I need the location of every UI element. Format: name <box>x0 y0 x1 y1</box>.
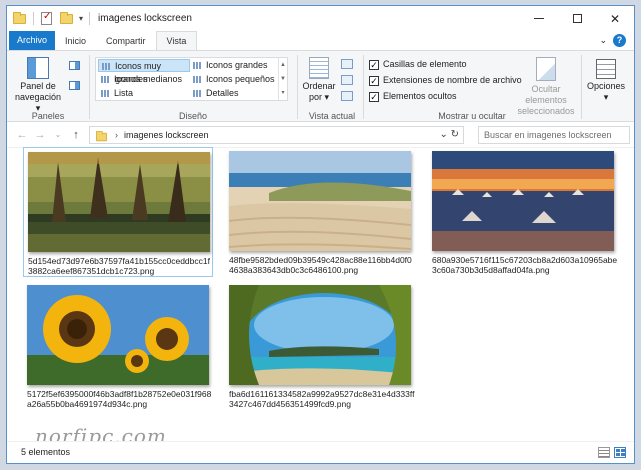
collapse-ribbon-icon[interactable]: ⌄ <box>599 35 607 46</box>
thumbnail-cypress-swamp <box>28 152 210 252</box>
layout-gallery: Iconos muy grandes Iconos grandes Iconos… <box>95 57 288 101</box>
breadcrumb-chevron-icon[interactable]: › <box>115 130 118 140</box>
tab-inicio[interactable]: Inicio <box>55 33 96 50</box>
file-tile[interactable]: 5d154ed73d97e6b37597fa41b155cc0ceddbcc1f… <box>23 147 213 277</box>
breadcrumb[interactable]: imagenes lockscreen <box>124 130 209 140</box>
ribbon-help-controls: ⌄ ? <box>599 34 626 47</box>
chevron-down-icon: ▾ <box>324 92 330 102</box>
group-by-icon[interactable] <box>341 59 353 69</box>
forward-arrow-icon[interactable]: → <box>31 129 49 141</box>
separator <box>33 12 34 25</box>
options-button[interactable]: Opciones ▾ <box>585 59 627 103</box>
file-tile[interactable]: 680a930e5716f115c67203cb8a2d603a10965abe… <box>428 147 618 277</box>
thumbnail-sand-dunes-beach <box>229 151 411 251</box>
ribbon-tabs: Archivo Inicio Compartir Vista ⌄ ? <box>7 31 634 50</box>
item-count: 5 elementos <box>21 447 71 457</box>
chevron-down-icon: ▾ <box>603 92 609 102</box>
new-folder-icon[interactable] <box>60 12 74 25</box>
address-row: ← → ⌄ ↑ › imagenes lockscreen ⌄ ↻ Buscar… <box>7 122 634 148</box>
file-extensions-label: Extensiones de nombre de archivo <box>383 75 522 85</box>
maximize-button[interactable] <box>558 6 596 31</box>
layout-list[interactable]: Lista <box>98 87 190 100</box>
refresh-icon[interactable]: ⌄ ↻ <box>439 129 459 140</box>
hidden-items-label: Elementos ocultos <box>383 91 457 101</box>
options-icon <box>596 59 616 79</box>
file-tile[interactable]: fba6d161161334582a9992a9527dc8e31e4d333f… <box>225 281 415 411</box>
file-tile[interactable]: 5172f5ef6395000f46b3adf8f1b28752e0e031f9… <box>23 281 213 411</box>
sort-icon <box>309 57 329 79</box>
hidden-items-option[interactable]: ✓ Elementos ocultos <box>369 90 457 103</box>
file-name: 48fbe9582bded09b39549c428ac88e116bb4d0f0… <box>229 255 412 275</box>
tropical-beach-image <box>229 285 411 385</box>
sunflowers-image <box>27 285 209 385</box>
item-checkboxes-option[interactable]: ✓ Casillas de elemento <box>369 58 467 71</box>
window-controls: ✕ <box>520 6 634 31</box>
group-label-diseno: Diseño <box>178 111 207 121</box>
sand-dunes-image <box>229 151 411 251</box>
folder-icon <box>13 12 27 25</box>
add-columns-icon[interactable] <box>341 75 353 85</box>
address-bar[interactable]: › imagenes lockscreen ⌄ ↻ <box>89 126 464 144</box>
status-bar: 5 elementos <box>7 441 634 463</box>
size-columns-icon[interactable] <box>341 91 353 101</box>
salt-flats-image <box>432 151 614 251</box>
file-view: 5d154ed73d97e6b37597fa41b155cc0ceddbcc1f… <box>7 147 634 448</box>
layout-extra-large-icons[interactable]: Iconos muy grandes <box>98 59 190 84</box>
details-view-icon[interactable] <box>598 447 610 458</box>
item-checkboxes-checkbox[interactable]: ✓ <box>369 60 379 70</box>
recent-locations-icon[interactable]: ⌄ <box>49 130 67 139</box>
thumbnail-salt-flats-sunset <box>432 151 614 251</box>
search-input[interactable]: Buscar en imagenes lockscreen <box>478 126 630 144</box>
sort-by-button[interactable]: Ordenar por ▾ <box>301 57 337 103</box>
file-name: 680a930e5716f115c67203cb8a2d603a10965abe… <box>432 255 618 275</box>
group-diseno: Iconos muy grandes Iconos grandes Iconos… <box>7 51 297 123</box>
large-icons-view-icon[interactable] <box>614 447 626 458</box>
help-icon[interactable]: ? <box>613 34 626 47</box>
group-mostrar-ocultar: ✓ Casillas de elemento ✓ Extensiones de … <box>363 51 581 123</box>
tab-archivo[interactable]: Archivo <box>9 31 56 50</box>
layout-medium-icons[interactable]: Iconos medianos <box>98 73 190 86</box>
minimize-button[interactable] <box>520 6 558 31</box>
separator <box>89 12 91 25</box>
separator <box>581 55 582 119</box>
tab-compartir[interactable]: Compartir <box>96 33 156 50</box>
file-tile[interactable]: 48fbe9582bded09b39549c428ac88e116bb4d0f0… <box>225 147 415 277</box>
close-button[interactable]: ✕ <box>596 6 634 31</box>
minimize-icon <box>534 18 544 19</box>
ribbon: Panel de navegación ▾ Paneles Iconos muy… <box>7 50 634 122</box>
group-label-mostrar: Mostrar u ocultar <box>438 111 506 121</box>
maximize-icon <box>572 14 582 23</box>
hide-selected-icon <box>536 57 556 81</box>
customize-quick-access-icon[interactable]: ▾ <box>79 14 83 23</box>
tab-vista[interactable]: Vista <box>155 31 198 50</box>
window-title: imagenes lockscreen <box>98 13 192 24</box>
item-checkboxes-label: Casillas de elemento <box>383 59 467 69</box>
folder-icon <box>95 130 108 142</box>
cypress-swamp-image <box>28 152 210 252</box>
hidden-items-checkbox[interactable]: ✓ <box>369 92 379 102</box>
close-icon: ✕ <box>609 11 621 26</box>
file-extensions-option[interactable]: ✓ Extensiones de nombre de archivo <box>369 74 522 87</box>
file-name: fba6d161161334582a9992a9527dc8e31e4d333f… <box>229 389 415 409</box>
properties-icon[interactable] <box>40 11 54 25</box>
layout-details[interactable]: Detalles <box>190 87 278 100</box>
up-arrow-icon[interactable]: ↑ <box>67 129 85 141</box>
file-name: 5172f5ef6395000f46b3adf8f1b28752e0e031f9… <box>27 389 212 409</box>
group-vista-actual: Ordenar por ▾ Vista actual <box>297 51 367 123</box>
layout-small-icons[interactable]: Iconos pequeños <box>190 73 278 86</box>
hide-selected-button[interactable]: Ocultar elementos seleccionados <box>513 57 579 117</box>
file-extensions-checkbox[interactable]: ✓ <box>369 76 379 86</box>
thumbnail-sunflowers <box>27 285 209 385</box>
title-bar: ▾ imagenes lockscreen ✕ <box>7 6 634 31</box>
back-arrow-icon[interactable]: ← <box>13 129 31 141</box>
thumbnail-tropical-beach-cave <box>229 285 411 385</box>
sort-by-label: Ordenar por <box>302 81 336 102</box>
group-label-vista-actual: Vista actual <box>308 111 356 121</box>
layout-large-icons[interactable]: Iconos grandes <box>190 59 278 72</box>
layout-gallery-scroll[interactable]: ▲ ▼ ▾ <box>278 58 287 100</box>
explorer-window: ▾ imagenes lockscreen ✕ Archivo Inicio C… <box>6 5 635 464</box>
options-label: Opciones <box>586 81 626 91</box>
file-name: 5d154ed73d97e6b37597fa41b155cc0ceddbcc1f… <box>28 256 210 276</box>
